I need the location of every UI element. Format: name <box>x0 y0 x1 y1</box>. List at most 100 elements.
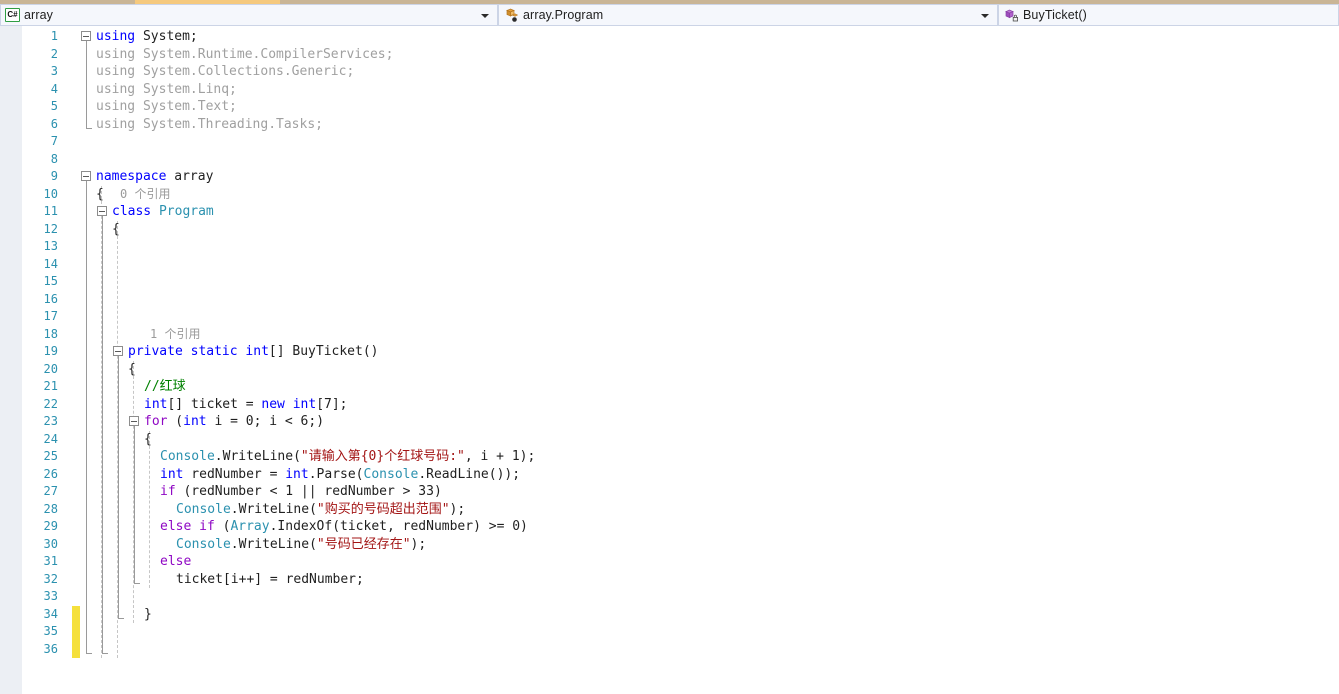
code-line[interactable]: Console.WriteLine("请输入第{0}个红球号码:", i + 1… <box>160 448 535 466</box>
line-number: 3 <box>50 64 58 78</box>
line-number: 34 <box>43 606 58 621</box>
code-line[interactable]: using System.Runtime.CompilerServices; <box>96 46 393 64</box>
code-line[interactable]: Console.WriteLine("购买的号码超出范围"); <box>176 501 465 519</box>
code-token: int <box>292 396 317 412</box>
code-line[interactable]: { <box>144 431 152 449</box>
collapse-toggle[interactable] <box>81 171 91 181</box>
code-line[interactable]: else <box>160 553 191 571</box>
collapse-toggle[interactable] <box>97 206 107 216</box>
code-line[interactable]: else if (Array.IndexOf(ticket, redNumber… <box>160 518 528 536</box>
code-line[interactable]: using System; <box>96 28 198 46</box>
code-line[interactable]: for (int i = 0; i < 6;) <box>144 413 324 431</box>
code-token: { <box>112 221 120 237</box>
code-token: System.Runtime.CompilerServices; <box>135 46 394 62</box>
code-token: .ReadLine()); <box>418 466 521 482</box>
code-token: (redNumber < 1 <box>175 484 301 499</box>
code-line[interactable]: Console.WriteLine("号码已经存在"); <box>176 536 426 554</box>
code-content[interactable]: 1 using System; 2 using System.Runtime.Comp… <box>0 26 1339 694</box>
code-line[interactable]: { <box>112 221 120 239</box>
line-number: 7 <box>50 134 58 148</box>
code-token: using <box>96 64 136 79</box>
code-line[interactable]: using System.Text; <box>96 98 237 116</box>
code-line[interactable]: ticket[i++] = redNumber; <box>176 571 364 589</box>
code-line[interactable]: { <box>96 186 104 204</box>
code-line[interactable]: int[] ticket = new int[7]; <box>144 396 348 414</box>
code-token: int <box>160 466 184 482</box>
code-token: System; <box>135 29 198 44</box>
line-number: 14 <box>43 256 58 271</box>
line-number: 16 <box>43 291 58 306</box>
collapse-toggle[interactable] <box>113 346 123 356</box>
code-token: Console <box>363 466 419 482</box>
code-line[interactable]: int redNumber = int.Parse(Console.ReadLi… <box>160 466 520 484</box>
codelens-reference-count[interactable]: 1 个引用 <box>150 326 200 344</box>
code-token: Console <box>176 536 231 552</box>
code-token: class <box>112 204 152 219</box>
line-number: 13 <box>43 239 58 253</box>
chevron-down-icon[interactable] <box>479 5 491 27</box>
code-token: static <box>190 344 238 359</box>
code-token: using <box>96 116 136 132</box>
line-number: 36 <box>43 641 58 656</box>
code-token: .WriteLine( <box>214 449 301 464</box>
line-number: 15 <box>43 274 58 288</box>
code-line[interactable]: { <box>128 361 136 379</box>
code-token: using <box>96 29 136 44</box>
visual-studio-editor-window: C# array array.Program BuyTicket() 1 usi… <box>0 0 1339 694</box>
collapse-toggle[interactable] <box>129 416 139 426</box>
code-line[interactable]: namespace array <box>96 168 213 186</box>
code-token: for <box>144 414 168 429</box>
code-token: using <box>96 46 136 62</box>
collapse-toggle[interactable] <box>81 31 91 41</box>
code-token: //红球 <box>144 379 186 394</box>
code-token: if <box>160 484 176 499</box>
project-dropdown[interactable]: C# array <box>0 4 498 26</box>
line-number: 1 <box>50 29 58 43</box>
outlining-end-tick <box>85 652 92 654</box>
code-line[interactable]: //红球 <box>144 378 186 396</box>
line-number: 12 <box>43 221 58 236</box>
code-token: , i + 1); <box>464 449 536 464</box>
line-number: 20 <box>43 361 58 376</box>
code-token: "号码已经存在" <box>316 536 411 552</box>
chevron-down-icon[interactable] <box>979 5 991 27</box>
outlining-end-tick <box>85 127 92 129</box>
line-number: 11 <box>43 204 58 218</box>
line-number: 29 <box>43 519 58 533</box>
code-line[interactable]: if (redNumber < 1 || redNumber > 33) <box>160 483 442 501</box>
line-number: 33 <box>43 589 58 603</box>
line-number: 24 <box>43 431 58 446</box>
code-token: .WriteLine( <box>230 501 317 517</box>
code-line[interactable]: using System.Threading.Tasks; <box>96 116 323 134</box>
code-token: int <box>245 344 269 359</box>
line-number: 23 <box>43 414 58 428</box>
code-token: [7]; <box>316 396 348 412</box>
member-dropdown[interactable]: BuyTicket() <box>998 4 1339 26</box>
code-line[interactable]: using System.Collections.Generic; <box>96 63 354 81</box>
code-token: .IndexOf(ticket, redNumber) >= 0) <box>269 519 528 534</box>
code-token: int <box>144 396 168 412</box>
type-dropdown[interactable]: array.Program <box>498 4 998 26</box>
codelens-reference-count[interactable]: 0 个引用 <box>120 186 170 204</box>
code-token: System.Linq; <box>135 81 237 97</box>
code-line[interactable]: class Program <box>112 203 214 221</box>
code-token: Console <box>176 501 231 517</box>
project-dropdown-label: array <box>24 8 53 22</box>
code-token: Console <box>160 449 215 464</box>
code-token: redNumber = <box>183 466 286 482</box>
code-line[interactable]: private static int[] BuyTicket() <box>128 343 378 361</box>
csharp-file-icon: C# <box>5 8 20 22</box>
line-number: 25 <box>43 449 58 463</box>
outlining-end-tick <box>117 617 124 619</box>
code-line[interactable]: } <box>144 606 152 624</box>
outlining-line <box>85 180 87 653</box>
code-editor[interactable]: 1 using System; 2 using System.Runtime.Comp… <box>0 26 1339 694</box>
line-number: 17 <box>43 309 58 323</box>
code-line[interactable]: using System.Linq; <box>96 81 237 99</box>
code-token: using <box>96 99 136 114</box>
code-token: System.Threading.Tasks; <box>135 116 323 132</box>
line-number: 31 <box>43 554 58 568</box>
